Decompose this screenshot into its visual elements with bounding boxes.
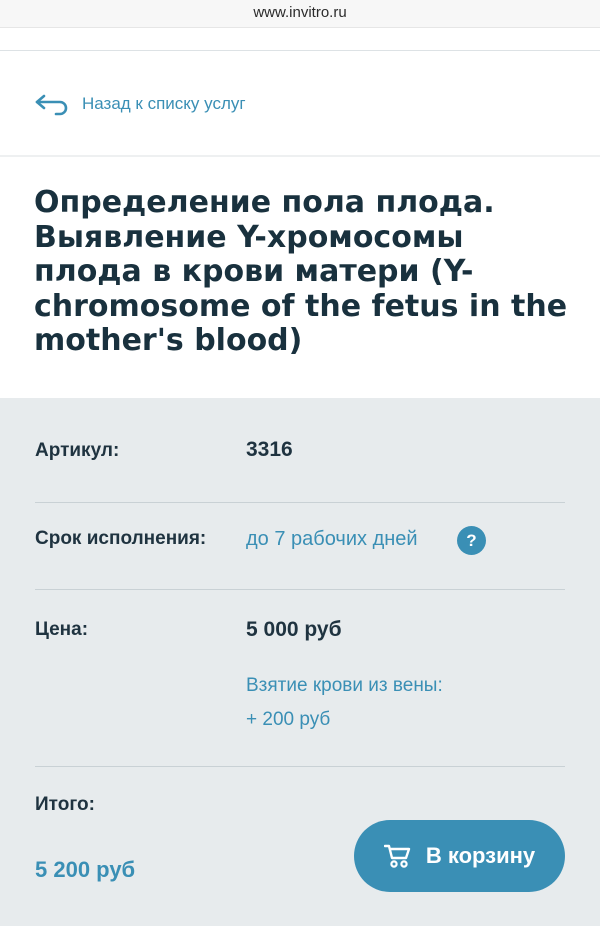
total-label: Итого: [35,794,95,815]
article-value: 3316 [246,438,293,461]
back-to-services-link[interactable]: Назад к списку услуг [34,92,246,116]
row-divider [35,502,565,503]
add-to-cart-label: В корзину [425,843,536,868]
article-label: Артикул: [35,440,120,461]
deadline-value: до 7 рабочих дней [246,528,418,550]
blood-draw-price: + 200 руб [246,709,331,730]
cart-icon [383,844,411,868]
url-text: www.invitro.ru [253,4,347,21]
total-value: 5 200 руб [35,857,136,882]
blood-draw-note: Взятие крови из вены: [246,675,443,696]
header-divider [0,50,600,51]
back-link-label: Назад к списку услуг [82,94,246,113]
back-arrow-icon [35,94,68,116]
price-label: Цена: [35,619,89,640]
browser-url-bar[interactable]: www.invitro.ru [0,0,600,28]
add-to-cart-button[interactable]: В корзину [354,820,565,892]
deadline-label: Срок исполнения: [35,528,207,549]
page-title: Определение пола плода. Выявление Y-хром… [34,185,568,358]
price-value: 5 000 руб [246,618,342,641]
row-divider [35,766,565,767]
question-icon[interactable]: ? [457,526,486,555]
section-divider [0,155,600,157]
row-divider [35,589,565,590]
